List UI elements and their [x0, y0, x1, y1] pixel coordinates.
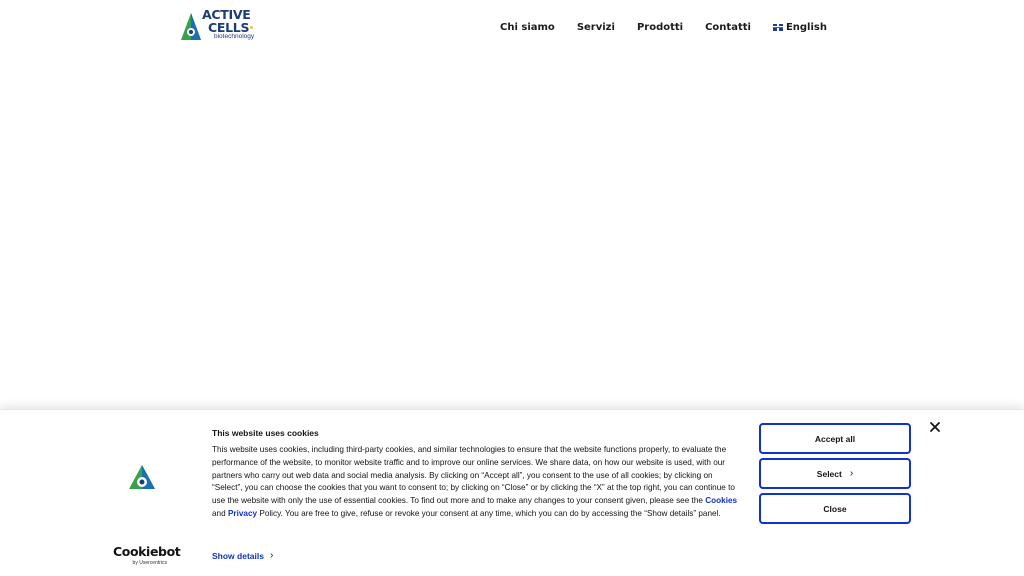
nav-servizi[interactable]: Servizi [577, 22, 615, 33]
banner-title: This website uses cookies [212, 428, 319, 438]
nav-contatti[interactable]: Contatti [705, 22, 751, 33]
banner-text-and: and [212, 508, 228, 518]
cookiebot-sub: by Usercentrics [132, 559, 167, 566]
banner-text-part1: This website uses cookies, including thi… [212, 445, 735, 506]
cookiebot-logo: Cookiebot by Usercentrics [113, 544, 181, 566]
cookie-consent-banner: Cookiebot by Usercentrics This website u… [0, 409, 1024, 576]
site-header: ACTIVE CELLS biotechnology Chi siamo Ser… [0, 0, 1024, 56]
privacy-policy-link[interactable]: Privacy [228, 509, 257, 518]
logo-wordmark: ACTIVE CELLS biotechnology [202, 8, 255, 41]
language-label: English [785, 21, 827, 33]
close-icon[interactable] [928, 420, 942, 434]
chevron-right-icon: › [849, 468, 854, 479]
accept-all-button[interactable]: Accept all [759, 423, 911, 454]
banner-description: This website uses cookies, including thi… [212, 444, 740, 521]
logo-triangle-icon [181, 13, 201, 40]
nav-prodotti[interactable]: Prodotti [637, 22, 683, 33]
close-button[interactable]: Close [759, 493, 911, 524]
select-button[interactable]: Select › [759, 458, 911, 489]
language-switcher[interactable]: English [772, 21, 827, 33]
cookiebot-name: Cookiebot [113, 544, 181, 559]
logo-line-biotech: biotechnology [214, 33, 255, 40]
show-details-label: Show details [212, 550, 264, 561]
main-nav: Chi siamo Servizi Prodotti Contatti Engl… [500, 19, 827, 35]
select-label: Select [816, 468, 842, 479]
uk-flag-icon [772, 23, 783, 31]
banner-site-logo-icon [129, 465, 155, 489]
nav-chi-siamo[interactable]: Chi siamo [500, 22, 555, 33]
chevron-right-icon: › [269, 550, 274, 561]
banner-text-part2: Policy. You are free to give, refuse or … [257, 508, 721, 518]
close-label: Close [823, 503, 847, 514]
site-logo[interactable]: ACTIVE CELLS biotechnology [180, 8, 270, 45]
logo-dot-icon [250, 26, 253, 29]
accept-all-label: Accept all [814, 433, 856, 444]
show-details-link[interactable]: Show details › [212, 550, 273, 561]
cookies-policy-link[interactable]: Cookies [705, 496, 737, 505]
